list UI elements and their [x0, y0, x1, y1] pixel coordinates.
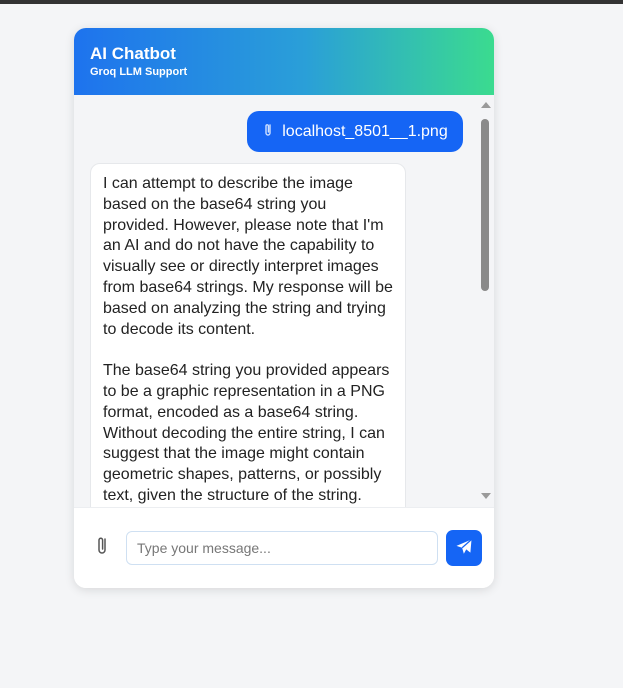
paperclip-icon: [262, 122, 274, 141]
send-button[interactable]: [446, 530, 482, 566]
paper-plane-icon: [455, 538, 473, 559]
user-message-attachment[interactable]: localhost_8501__1.png: [247, 111, 463, 152]
scroll-down-arrow-icon[interactable]: [481, 493, 491, 499]
scrollbar-thumb[interactable]: [481, 119, 489, 291]
composer: [74, 507, 494, 588]
attachment-filename: localhost_8501__1.png: [282, 122, 448, 140]
attach-button[interactable]: [90, 536, 114, 560]
chat-header: AI Chatbot Groq LLM Support: [74, 28, 494, 95]
chat-title: AI Chatbot: [90, 44, 176, 63]
scroll-up-arrow-icon[interactable]: [481, 102, 491, 108]
bot-message-paragraph: I can attempt to describe the image base…: [103, 175, 393, 338]
chat-window: AI Chatbot Groq LLM Support localhost_85…: [74, 28, 494, 588]
message-list[interactable]: localhost_8501__1.png I can attempt to d…: [74, 95, 494, 507]
message-input[interactable]: [126, 531, 438, 565]
message-list-scrollbar[interactable]: [477, 95, 494, 507]
chat-subtitle: Groq LLM Support: [90, 66, 188, 78]
bot-message-paragraph: The base64 string you provided appears t…: [103, 362, 390, 504]
bot-message: I can attempt to describe the image base…: [90, 163, 406, 507]
browser-top-edge: [0, 0, 623, 4]
paperclip-icon: [95, 535, 109, 562]
